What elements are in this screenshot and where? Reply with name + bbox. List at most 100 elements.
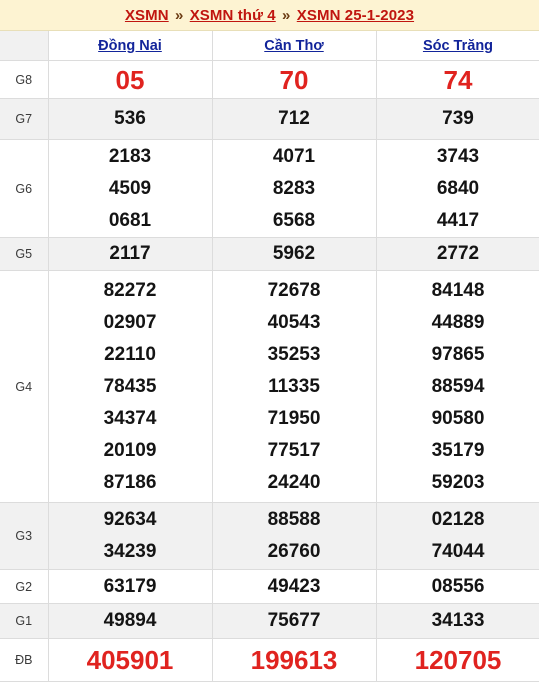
prize-numbers-cell: 08556 <box>376 570 539 604</box>
prize-label: G8 <box>0 61 48 99</box>
prize-numbers-cell: 72678405433525311335719507751724240 <box>212 271 376 503</box>
province-header-1: Cần Thơ <box>212 31 376 61</box>
prize-numbers-cell: 82272029072211078435343742010987186 <box>48 271 212 503</box>
prize-numbers-cell: 199613 <box>212 639 376 682</box>
province-header-2: Sóc Trăng <box>376 31 539 61</box>
prize-number: 05 <box>49 62 212 98</box>
prize-number: 11335 <box>213 371 376 403</box>
prize-number: 22110 <box>49 339 212 371</box>
prize-column-header <box>0 31 48 61</box>
prize-number: 63179 <box>49 571 212 603</box>
prize-number: 70 <box>213 62 376 98</box>
breadcrumb-link-0[interactable]: XSMN <box>125 7 169 24</box>
prize-number: 71950 <box>213 403 376 435</box>
prize-numbers-cell: 74 <box>376 61 539 99</box>
prize-number: 2772 <box>377 238 539 270</box>
prize-number: 88594 <box>377 371 539 403</box>
prize-number: 44889 <box>377 307 539 339</box>
prize-numbers-cell: 34133 <box>376 604 539 639</box>
prize-number: 74044 <box>377 536 539 568</box>
prize-number: 24240 <box>213 467 376 499</box>
prize-number: 75677 <box>213 605 376 637</box>
prize-number: 87186 <box>49 467 212 499</box>
prize-number: 34374 <box>49 403 212 435</box>
table-row: G7536712739 <box>0 99 539 140</box>
prize-number: 92634 <box>49 504 212 536</box>
prize-numbers-cell: 49423 <box>212 570 376 604</box>
province-link-0[interactable]: Đồng Nai <box>98 38 162 54</box>
prize-numbers-cell: 2117 <box>48 238 212 271</box>
prize-number: 5962 <box>213 238 376 270</box>
prize-numbers-cell: 120705 <box>376 639 539 682</box>
table-row: G8057074 <box>0 61 539 99</box>
breadcrumb-separator-1: » <box>280 7 292 24</box>
table-row: G3926343423988588267600212874044 <box>0 503 539 570</box>
breadcrumb-bar: XSMN » XSMN thứ 4 » XSMN 25-1-2023 <box>0 0 539 31</box>
table-row: G1498947567734133 <box>0 604 539 639</box>
table-row: G2631794942308556 <box>0 570 539 604</box>
prize-label: G3 <box>0 503 48 570</box>
prize-number: 20109 <box>49 435 212 467</box>
prize-label: G4 <box>0 271 48 503</box>
prize-label: G1 <box>0 604 48 639</box>
province-link-2[interactable]: Sóc Trăng <box>423 38 493 54</box>
prize-label: G7 <box>0 99 48 140</box>
breadcrumb-link-2[interactable]: XSMN 25-1-2023 <box>297 7 414 24</box>
prize-number: 405901 <box>49 641 212 679</box>
prize-numbers-cell: 70 <box>212 61 376 99</box>
prize-number: 49423 <box>213 571 376 603</box>
table-row: G6218345090681407182836568374368404417 <box>0 140 539 238</box>
breadcrumb-link-1[interactable]: XSMN thứ 4 <box>190 7 276 24</box>
prize-number: 6840 <box>377 173 539 205</box>
prize-numbers-cell: 0212874044 <box>376 503 539 570</box>
prize-number: 08556 <box>377 571 539 603</box>
prize-numbers-cell: 49894 <box>48 604 212 639</box>
table-row: G5211759622772 <box>0 238 539 271</box>
prize-number: 739 <box>377 103 539 135</box>
table-row: G482272029072211078435343742010987186726… <box>0 271 539 503</box>
prize-number: 02907 <box>49 307 212 339</box>
prize-numbers-cell: 374368404417 <box>376 140 539 238</box>
prize-numbers-cell: 9263434239 <box>48 503 212 570</box>
prize-numbers-cell: 75677 <box>212 604 376 639</box>
prize-number: 2117 <box>49 238 212 270</box>
prize-number: 74 <box>377 62 539 98</box>
prize-numbers-cell: 536 <box>48 99 212 140</box>
prize-numbers-cell: 8858826760 <box>212 503 376 570</box>
prize-label: G2 <box>0 570 48 604</box>
lottery-results-table: Đồng Nai Cần Thơ Sóc Trăng G8057074G7536… <box>0 31 539 682</box>
prize-number: 78435 <box>49 371 212 403</box>
prize-label: G6 <box>0 140 48 238</box>
prize-number: 26760 <box>213 536 376 568</box>
prize-label: G5 <box>0 238 48 271</box>
prize-number: 120705 <box>377 641 539 679</box>
prize-number: 712 <box>213 103 376 135</box>
prize-number: 2183 <box>49 141 212 173</box>
prize-numbers-cell: 84148448899786588594905803517959203 <box>376 271 539 503</box>
prize-numbers-cell: 712 <box>212 99 376 140</box>
prize-number: 72678 <box>213 275 376 307</box>
breadcrumb: XSMN » XSMN thứ 4 » XSMN 25-1-2023 <box>125 7 414 24</box>
prize-number: 4071 <box>213 141 376 173</box>
table-row: ĐB405901199613120705 <box>0 639 539 682</box>
province-link-1[interactable]: Cần Thơ <box>264 38 323 54</box>
prize-number: 49894 <box>49 605 212 637</box>
prize-number: 40543 <box>213 307 376 339</box>
prize-number: 82272 <box>49 275 212 307</box>
prize-numbers-cell: 2772 <box>376 238 539 271</box>
prize-number: 34133 <box>377 605 539 637</box>
prize-numbers-cell: 407182836568 <box>212 140 376 238</box>
table-header-row: Đồng Nai Cần Thơ Sóc Trăng <box>0 31 539 61</box>
prize-number: 88588 <box>213 504 376 536</box>
prize-number: 90580 <box>377 403 539 435</box>
prize-numbers-cell: 63179 <box>48 570 212 604</box>
prize-number: 4509 <box>49 173 212 205</box>
province-header-0: Đồng Nai <box>48 31 212 61</box>
prize-number: 6568 <box>213 205 376 237</box>
breadcrumb-separator-0: » <box>173 7 185 24</box>
prize-numbers-cell: 05 <box>48 61 212 99</box>
prize-number: 02128 <box>377 504 539 536</box>
prize-numbers-cell: 5962 <box>212 238 376 271</box>
prize-numbers-cell: 218345090681 <box>48 140 212 238</box>
prize-number: 59203 <box>377 467 539 499</box>
